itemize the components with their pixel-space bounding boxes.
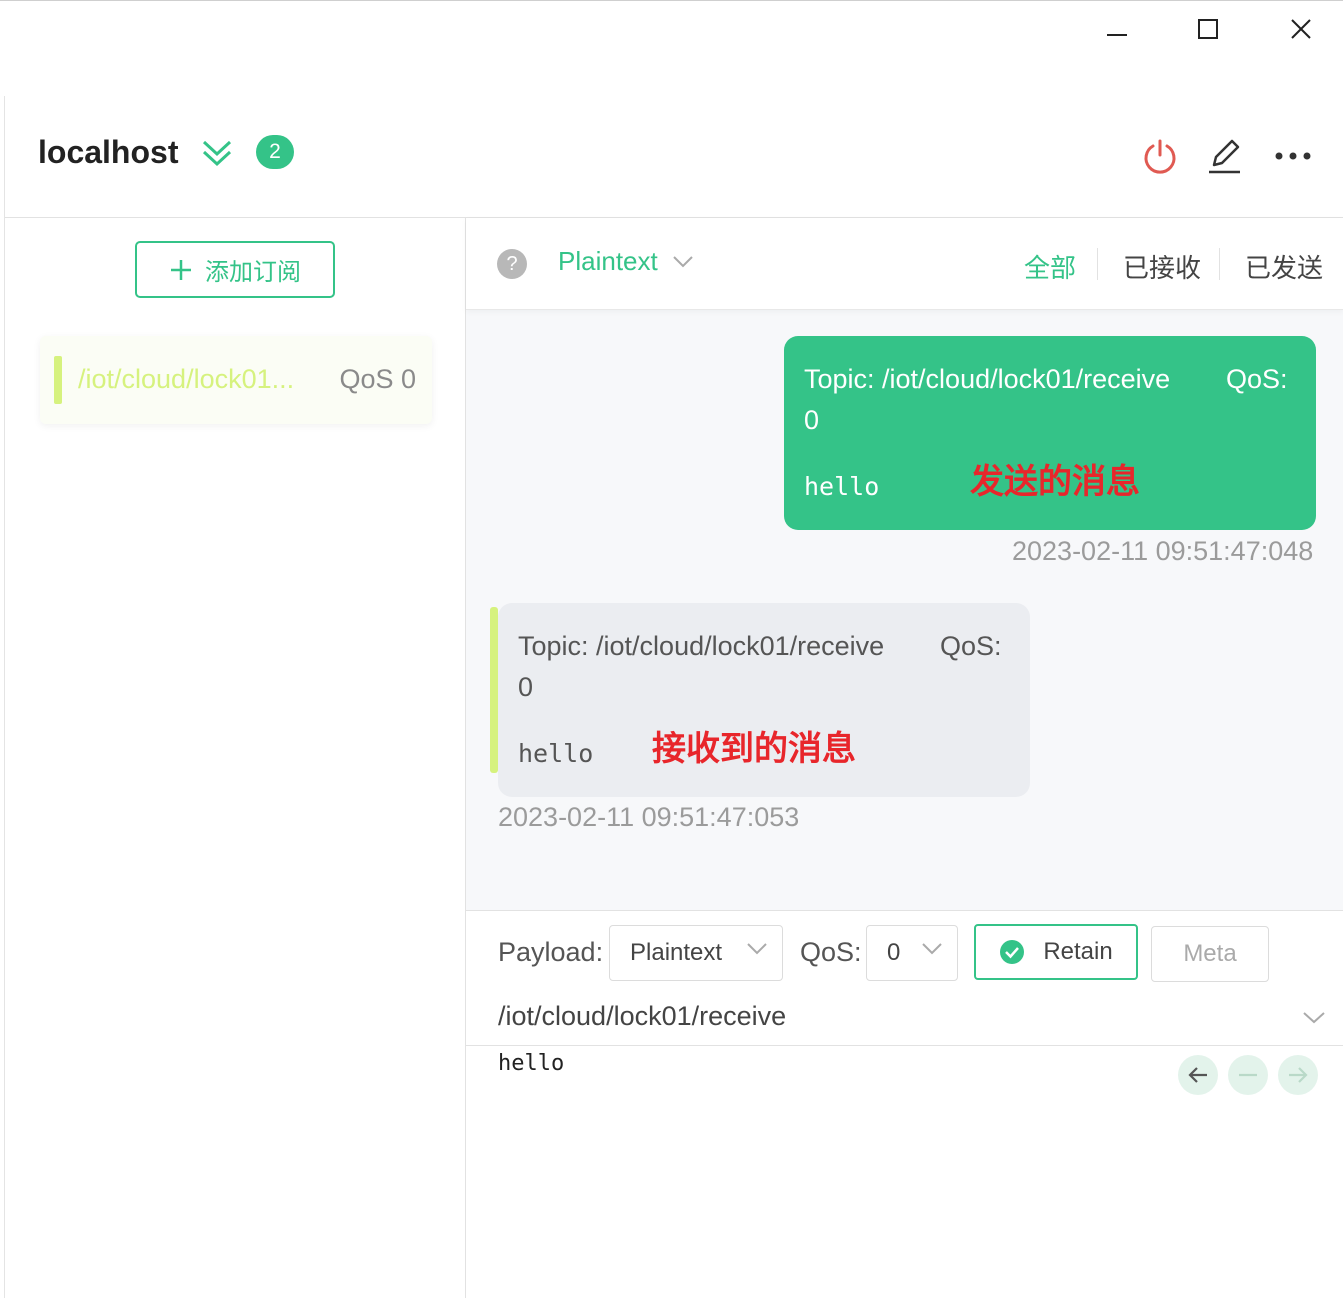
qos-value: 0 bbox=[887, 939, 901, 966]
subscription-topic: /iot/cloud/lock01... bbox=[78, 364, 295, 394]
message-topic: Topic: /iot/cloud/lock01/receive bbox=[518, 631, 885, 661]
message-payload: hello bbox=[804, 472, 880, 501]
tab-divider bbox=[1219, 248, 1220, 280]
maximize-icon[interactable] bbox=[1185, 11, 1231, 47]
topic-divider bbox=[466, 1045, 1343, 1046]
payload-label: Payload: bbox=[498, 937, 604, 967]
connection-header: localhost 2 bbox=[5, 96, 1343, 218]
add-subscription-button[interactable]: 添加订阅 bbox=[135, 241, 335, 298]
message-qos-label: QoS: bbox=[1226, 364, 1288, 394]
subscription-sidebar: 添加订阅 /iot/cloud/lock01... QoS 0 bbox=[5, 218, 466, 1298]
message-topic: Topic: /iot/cloud/lock01/receive bbox=[804, 364, 1171, 394]
format-select[interactable]: Plaintext bbox=[558, 246, 694, 277]
message-qos-value: 0 bbox=[804, 405, 820, 435]
format-label: Plaintext bbox=[558, 246, 658, 276]
window-titlebar bbox=[0, 0, 1343, 96]
chevron-down-icon bbox=[747, 943, 767, 955]
check-circle-icon bbox=[1000, 940, 1025, 964]
message-qos-value: 0 bbox=[518, 672, 534, 702]
qos-select[interactable]: 0 bbox=[866, 925, 958, 981]
chevron-double-down-icon[interactable] bbox=[201, 136, 233, 172]
mqtt-client-app: localhost 2 添加订阅 /iot/cloud/lock01... Qo… bbox=[4, 96, 1343, 1298]
add-subscription-label: 添加订阅 bbox=[205, 259, 301, 286]
arrow-left-icon[interactable] bbox=[1178, 1055, 1218, 1095]
payload-format-select[interactable]: Plaintext bbox=[609, 925, 783, 981]
edit-icon[interactable] bbox=[1205, 136, 1245, 176]
minimize-icon[interactable] bbox=[1094, 11, 1140, 47]
help-icon[interactable]: ? bbox=[497, 249, 527, 279]
arrow-right-icon[interactable] bbox=[1278, 1055, 1318, 1095]
subscription-qos: QoS 0 bbox=[339, 364, 416, 394]
sent-message-time: 2023-02-11 09:51:47:048 bbox=[1012, 536, 1314, 566]
sent-annotation: 发送的消息 bbox=[970, 463, 1140, 501]
received-annotation: 接收到的消息 bbox=[652, 730, 856, 768]
message-composer: Payload: Plaintext QoS: 0 Retain Meta /i… bbox=[466, 910, 1343, 1298]
message-toolbar: ? Plaintext 全部 已接收 已发送 bbox=[466, 218, 1343, 310]
more-icon[interactable] bbox=[1273, 136, 1313, 176]
filter-sent-tab[interactable]: 已发送 bbox=[1245, 248, 1323, 285]
chevron-down-icon[interactable] bbox=[1302, 1011, 1326, 1025]
payload-format-value: Plaintext bbox=[630, 939, 723, 966]
chevron-down-icon bbox=[922, 943, 942, 955]
received-message-time: 2023-02-11 09:51:47:053 bbox=[498, 802, 800, 832]
subscription-color-bar bbox=[54, 356, 62, 404]
retain-label: Retain bbox=[1043, 938, 1113, 965]
tab-divider bbox=[1097, 248, 1098, 280]
count-badge: 2 bbox=[256, 135, 294, 169]
retain-checkbox[interactable]: Retain bbox=[974, 924, 1138, 980]
minus-icon[interactable] bbox=[1228, 1055, 1268, 1095]
close-icon[interactable] bbox=[1278, 11, 1324, 47]
message-pane: ? Plaintext 全部 已接收 已发送 Topic: /iot/cloud… bbox=[466, 218, 1343, 1298]
meta-button[interactable]: Meta bbox=[1151, 926, 1269, 982]
topic-input[interactable] bbox=[498, 991, 1318, 1041]
message-qos-label: QoS: bbox=[940, 631, 1002, 661]
received-message-bubble[interactable]: Topic: /iot/cloud/lock01/receive QoS: 0 … bbox=[490, 603, 1030, 797]
connection-name: localhost bbox=[38, 134, 179, 170]
payload-editor[interactable]: hello bbox=[498, 1051, 564, 1076]
subscription-item[interactable]: /iot/cloud/lock01... QoS 0 bbox=[40, 336, 432, 424]
received-color-bar bbox=[490, 607, 498, 773]
message-payload: hello bbox=[518, 739, 594, 768]
filter-received-tab[interactable]: 已接收 bbox=[1123, 248, 1201, 285]
filter-all-tab[interactable]: 全部 bbox=[1024, 248, 1076, 285]
chevron-down-icon bbox=[673, 255, 693, 267]
plus-icon bbox=[171, 259, 191, 280]
qos-label: QoS: bbox=[800, 937, 862, 967]
sent-message-bubble[interactable]: Topic: /iot/cloud/lock01/receive QoS: 0 … bbox=[784, 336, 1316, 530]
power-icon[interactable] bbox=[1140, 136, 1180, 176]
